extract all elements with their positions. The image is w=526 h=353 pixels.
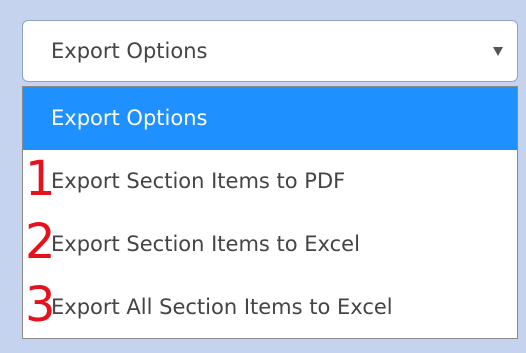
select-value: Export Options bbox=[51, 39, 208, 63]
export-options-select[interactable]: Export Options bbox=[22, 20, 518, 82]
option-label: Export Section Items to PDF bbox=[51, 169, 346, 193]
option-label: Export Section Items to Excel bbox=[51, 232, 360, 256]
option-export-section-items-excel[interactable]: 2 Export Section Items to Excel bbox=[23, 213, 517, 276]
option-label: Export All Section Items to Excel bbox=[51, 295, 393, 319]
option-label: Export Options bbox=[51, 106, 208, 130]
chevron-down-icon[interactable] bbox=[493, 47, 503, 56]
option-export-options[interactable]: Export Options bbox=[23, 87, 517, 150]
option-export-all-section-items-excel[interactable]: 3 Export All Section Items to Excel bbox=[23, 276, 517, 339]
export-options-dropdown: Export Options 1 Export Section Items to… bbox=[22, 86, 518, 339]
option-export-section-items-pdf[interactable]: 1 Export Section Items to PDF bbox=[23, 150, 517, 213]
